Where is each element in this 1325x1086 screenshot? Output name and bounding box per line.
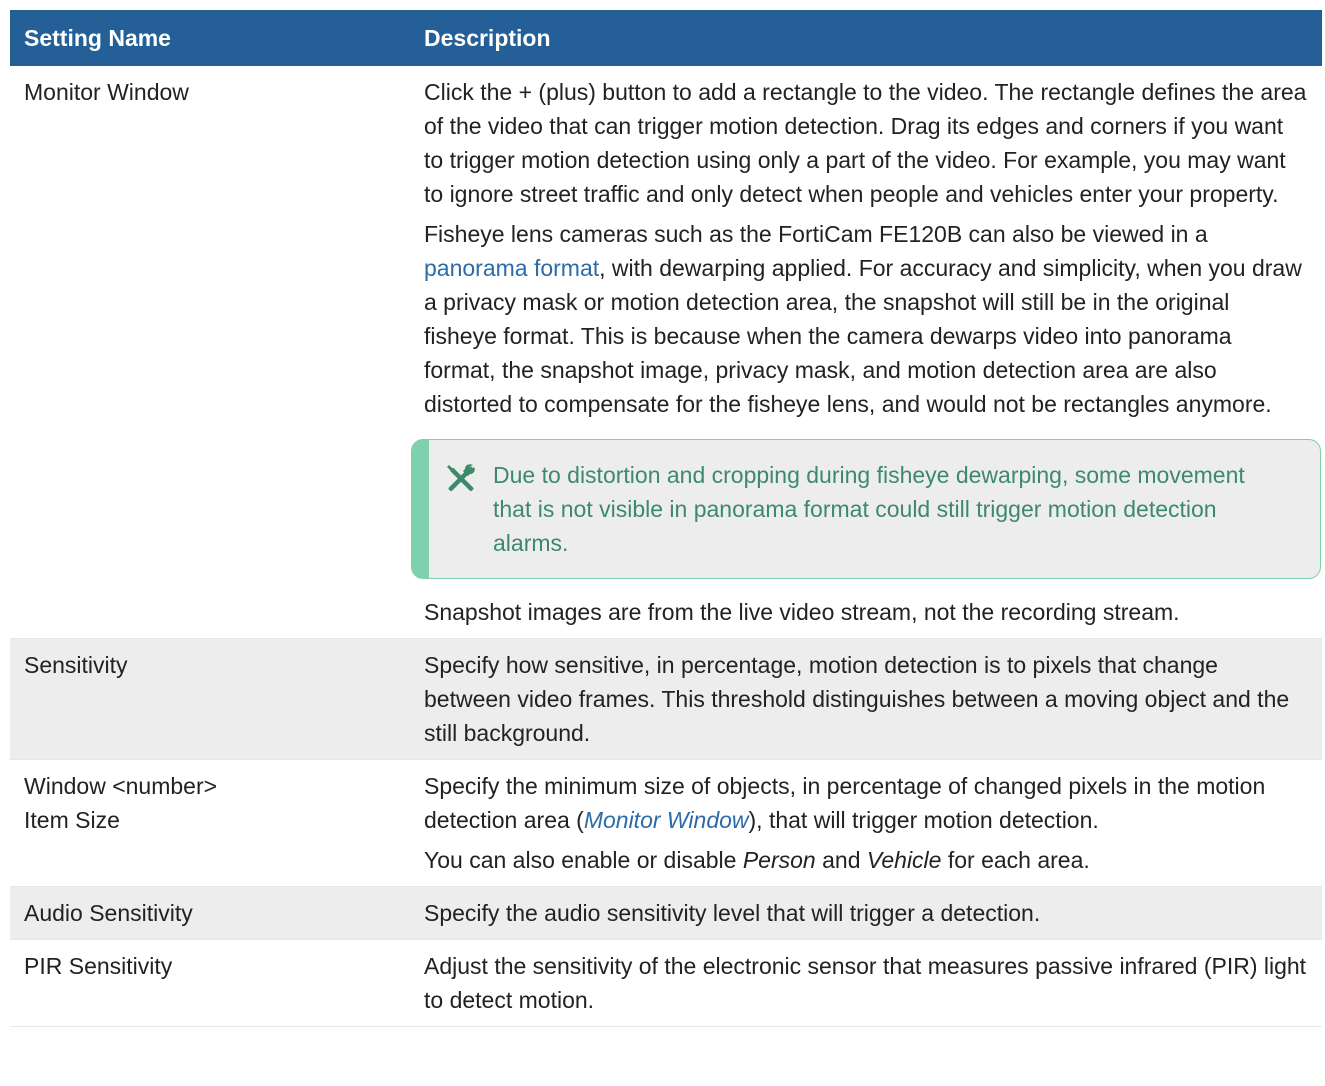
- setting-name-line: Item Size: [24, 807, 120, 833]
- emphasis-person: Person: [742, 847, 816, 873]
- panorama-format-link[interactable]: panorama format: [424, 255, 599, 281]
- text-run: and: [815, 847, 867, 873]
- description-cell: Specify the audio sensitivity level that…: [410, 886, 1322, 940]
- setting-name-line: Window <number>: [24, 773, 218, 799]
- table-row-item-size: Window <number> Item Size Specify the mi…: [10, 759, 1322, 887]
- description-paragraph: Specify the audio sensitivity level that…: [424, 900, 1041, 926]
- table-row-sensitivity: Sensitivity Specify how sensitive, in pe…: [10, 638, 1322, 760]
- description-paragraph: Click the + (plus) button to add a recta…: [424, 79, 1307, 207]
- setting-name-cell: PIR Sensitivity: [10, 939, 410, 1027]
- setting-name-cell: Sensitivity: [10, 638, 410, 760]
- table-row-pir-sensitivity: PIR Sensitivity Adjust the sensitivity o…: [10, 939, 1322, 1027]
- note-callout: Due to distortion and cropping during fi…: [411, 439, 1321, 579]
- description-paragraph: Snapshot images are from the live video …: [424, 599, 1180, 625]
- description-paragraph: Specify how sensitive, in percentage, mo…: [424, 652, 1290, 746]
- note-text: Due to distortion and cropping during fi…: [493, 462, 1245, 556]
- text-run: ), that will trigger motion detection.: [748, 807, 1099, 833]
- setting-name-cell: Audio Sensitivity: [10, 886, 410, 940]
- description-cell: Click the + (plus) button to add a recta…: [410, 65, 1322, 639]
- setting-name-cell: Window <number> Item Size: [10, 759, 410, 887]
- settings-table: Setting Name Description Monitor Window …: [10, 10, 1322, 1027]
- description-paragraph: Specify the minimum size of objects, in …: [424, 769, 1308, 837]
- text-run: for each area.: [941, 847, 1090, 873]
- description-paragraph: Fisheye lens cameras such as the FortiCa…: [424, 217, 1308, 421]
- header-description: Description: [410, 10, 1322, 66]
- emphasis-vehicle: Vehicle: [866, 847, 942, 873]
- table-row-audio-sensitivity: Audio Sensitivity Specify the audio sens…: [10, 886, 1322, 940]
- text-run: You can also enable or disable: [424, 847, 743, 873]
- text-run: Fisheye lens cameras such as the FortiCa…: [424, 221, 1208, 247]
- description-paragraph: You can also enable or disable Person an…: [424, 843, 1308, 877]
- header-setting-name: Setting Name: [10, 10, 410, 66]
- description-cell: Adjust the sensitivity of the electronic…: [410, 939, 1322, 1027]
- monitor-window-link[interactable]: Monitor Window: [584, 807, 749, 833]
- description-cell: Specify the minimum size of objects, in …: [410, 759, 1322, 887]
- table-row-monitor-window: Monitor Window Click the + (plus) button…: [10, 65, 1322, 639]
- tools-icon: [447, 464, 475, 492]
- setting-name-cell: Monitor Window: [10, 65, 410, 639]
- table-header-row: Setting Name Description: [10, 10, 1322, 66]
- description-cell: Specify how sensitive, in percentage, mo…: [410, 638, 1322, 760]
- description-paragraph: Adjust the sensitivity of the electronic…: [424, 953, 1307, 1013]
